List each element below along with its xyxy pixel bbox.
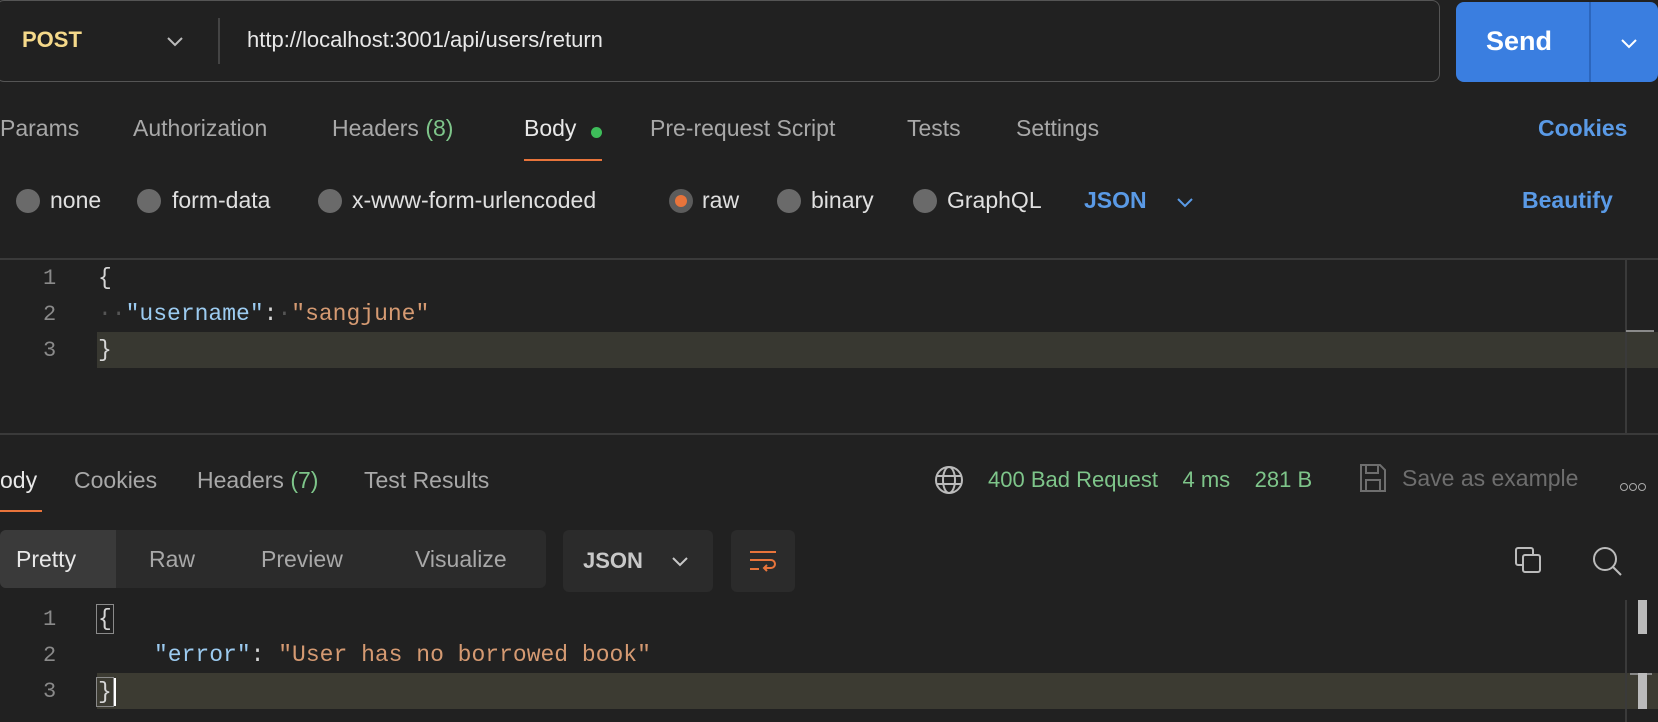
response-status[interactable]: 400 Bad Request 4 ms 281 B [988,467,1312,493]
send-button[interactable]: Send [1456,2,1658,82]
response-time: 4 ms [1182,467,1231,492]
body-modified-dot [591,127,602,138]
request-url-bar [0,0,1440,82]
chevron-down-icon[interactable] [1618,32,1640,54]
code-close-brace: } [96,677,116,708]
radio-graphql-label[interactable]: GraphQL [947,187,1042,214]
radio-urlencoded-label[interactable]: x-www-form-urlencoded [352,187,596,214]
line-number: 3 [43,338,57,363]
globe-icon[interactable] [933,464,965,496]
save-as-example-button[interactable]: Save as example [1402,465,1578,492]
json-value: "sangjune" [291,301,430,327]
radio-urlencoded[interactable] [318,189,342,213]
divider [218,18,220,64]
line-number: 2 [43,302,57,327]
response-tab-test-results[interactable]: Test Results [364,467,489,494]
response-tab-cookies[interactable]: Cookies [74,467,157,494]
current-line-highlight [97,673,1658,709]
json-colon: : [263,301,278,327]
chevron-down-icon[interactable] [164,30,186,52]
response-format-label: JSON [583,548,643,573]
line-number: 3 [43,679,57,704]
radio-none-label[interactable]: none [50,187,101,214]
tab-tests[interactable]: Tests [907,115,961,142]
beautify-button[interactable]: Beautify [1522,187,1613,214]
cookies-link[interactable]: Cookies [1538,115,1627,142]
matched-brace: { [96,604,114,634]
view-pretty-button[interactable]: Pretty [16,546,76,573]
chevron-down-icon [672,557,688,567]
scrollbar-cursor-marker [1626,330,1654,332]
radio-form-data[interactable] [137,189,161,213]
radio-binary[interactable] [777,189,801,213]
current-line-highlight [97,332,1658,368]
whitespace-dots: · [277,301,292,327]
save-icon[interactable] [1358,462,1388,494]
tab-settings[interactable]: Settings [1016,115,1099,142]
method-select[interactable]: POST [22,27,82,53]
tab-headers[interactable]: Headers (8) [332,115,453,142]
view-preview-button[interactable]: Preview [261,546,343,573]
line-number: 1 [43,607,57,632]
url-input[interactable]: http://localhost:3001/api/users/return [247,27,603,53]
radio-raw-label[interactable]: raw [702,187,739,214]
line-number: 1 [43,266,57,291]
response-format-select[interactable]: JSON [563,530,713,592]
divider [0,433,1658,435]
code-line: "error": "User has no borrowed book" [154,642,651,668]
radio-binary-label[interactable]: binary [811,187,874,214]
code-open-brace: { [96,604,114,634]
response-tab-headers-count: (7) [290,467,319,493]
tab-params[interactable]: Params [0,115,79,142]
copy-icon[interactable] [1512,544,1544,576]
json-key: "username" [125,301,264,327]
send-button-label: Send [1486,26,1553,56]
radio-none[interactable] [16,189,40,213]
response-view-toggle: Pretty Raw Preview Visualize [0,530,546,588]
more-options-icon[interactable] [1620,478,1647,496]
code-line: ··"username":·"sangjune" [98,301,429,327]
response-tab-headers-label: Headers [197,467,284,493]
matched-brace: } [96,677,114,708]
divider [1589,2,1591,82]
active-tab-underline [0,510,42,512]
json-value: "User has no borrowed book" [278,642,651,668]
text-cursor [112,678,116,706]
body-language-select[interactable]: JSON [1084,187,1147,214]
tab-body[interactable]: Body [524,115,576,142]
tab-headers-count: (8) [425,115,454,141]
chevron-down-icon[interactable] [1174,191,1196,213]
editor-scrollbar-track[interactable] [1625,259,1627,433]
search-icon[interactable] [1590,544,1624,578]
view-raw-button[interactable]: Raw [149,546,195,573]
response-tab-headers[interactable]: Headers (7) [197,467,318,494]
code-close-brace: } [98,337,112,363]
response-size: 281 B [1254,467,1313,492]
editor-scrollbar-track[interactable] [1625,600,1627,722]
json-key: "error" [154,642,251,668]
wrap-lines-button[interactable] [731,530,795,592]
active-tab-underline [524,159,602,161]
view-visualize-button[interactable]: Visualize [415,546,507,573]
json-colon: : [250,642,265,668]
response-tab-body[interactable]: ody [0,467,37,494]
radio-raw[interactable] [669,189,693,213]
code-open-brace: { [98,265,112,291]
wrap-lines-icon [750,551,776,572]
scrollbar-thumb[interactable] [1638,600,1647,634]
radio-form-data-label[interactable]: form-data [172,187,270,214]
radio-graphql[interactable] [913,189,937,213]
whitespace-dots: ·· [98,301,126,327]
divider [0,258,1658,260]
tab-authorization[interactable]: Authorization [133,115,267,142]
line-number: 2 [43,643,57,668]
status-code: 400 Bad Request [988,467,1159,492]
tab-pre-request-script[interactable]: Pre-request Script [650,115,835,142]
tab-headers-label: Headers [332,115,419,141]
scrollbar-thumb[interactable] [1638,673,1647,709]
